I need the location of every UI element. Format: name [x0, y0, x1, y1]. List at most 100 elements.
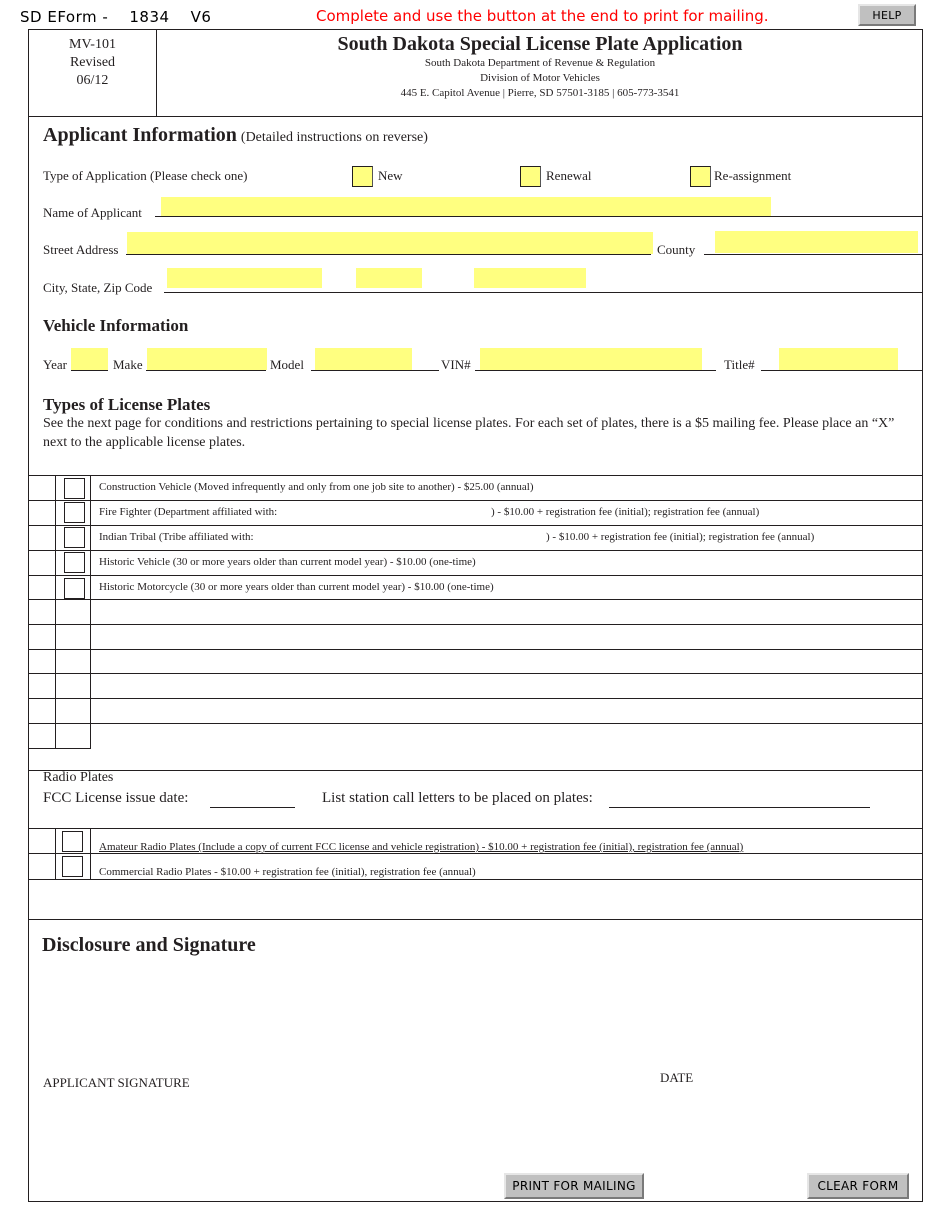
plates-col-divider-2: [90, 475, 91, 748]
plates-row-rule: [28, 500, 923, 501]
call-letters-label: List station call letters to be placed o…: [322, 790, 593, 806]
title-number-field[interactable]: [779, 348, 898, 370]
commercial-radio-checkbox[interactable]: [62, 856, 83, 877]
division-name: Division of Motor Vehicles: [480, 72, 600, 84]
applicant-name-field[interactable]: [161, 197, 771, 216]
date-label: DATE: [660, 1070, 694, 1085]
call-letters-input[interactable]: [609, 789, 870, 807]
print-for-mailing-button[interactable]: PRINT FOR MAILING: [504, 1173, 644, 1199]
model-underline: [311, 370, 439, 371]
signature-section-top-rule: [28, 919, 923, 920]
radio-col-divider-2: [90, 828, 91, 879]
city-state-zip-label: City, State, Zip Code: [43, 280, 153, 295]
clear-form-button[interactable]: CLEAR FORM: [807, 1173, 909, 1199]
construction-vehicle-label: Construction Vehicle (Moved infrequently…: [99, 481, 534, 493]
applicant-signature-area[interactable]: [43, 1000, 603, 1072]
plates-row-rule: [28, 723, 923, 724]
indian-tribal-checkbox[interactable]: [64, 527, 85, 548]
print-instruction: Complete and use the button at the end t…: [316, 7, 769, 25]
call-letters-underline: [609, 807, 870, 808]
eform-id: SD EForm - 1834 V6: [20, 8, 212, 26]
radio-col-divider-1: [55, 828, 56, 879]
plates-table-top: [28, 475, 923, 476]
city-field[interactable]: [167, 268, 322, 288]
vin-field[interactable]: [480, 348, 702, 370]
zip-field[interactable]: [474, 268, 586, 288]
year-field[interactable]: [71, 348, 108, 370]
type-new-checkbox[interactable]: [352, 166, 373, 187]
historic-vehicle-checkbox[interactable]: [64, 552, 85, 573]
title-number-label: Title#: [724, 357, 755, 372]
fcc-license-date-underline: [210, 807, 295, 808]
county-field[interactable]: [715, 231, 918, 253]
form-revision-box: MV-101 Revised 06/12: [28, 29, 157, 116]
fcc-license-date-input[interactable]: [210, 789, 295, 807]
vin-underline: [475, 370, 716, 371]
plates-row-rule: [28, 649, 923, 650]
county-label: County: [657, 242, 696, 257]
revised-date: 06/12: [76, 73, 109, 88]
indian-tribal-label: Indian Tribal (Tribe affiliated with:: [99, 531, 254, 543]
street-address-field[interactable]: [127, 232, 653, 254]
plates-row-rule: [28, 624, 923, 625]
street-address-label: Street Address: [43, 242, 119, 257]
model-label: Model: [270, 357, 304, 372]
city-state-zip-underline: [164, 292, 923, 293]
signature-date-area[interactable]: [660, 1000, 900, 1068]
type-new-label: New: [378, 168, 403, 183]
make-field[interactable]: [147, 348, 267, 370]
applicant-section-heading: Applicant Information (Detailed instruct…: [43, 124, 428, 147]
construction-vehicle-checkbox[interactable]: [64, 478, 85, 499]
indian-tribal-fee: ) - $10.00 + registration fee (initial);…: [546, 531, 815, 543]
applicant-name-label: Name of Applicant: [43, 205, 142, 220]
make-underline: [146, 370, 266, 371]
plates-col-divider-1: [55, 475, 56, 748]
plates-description: See the next page for conditions and res…: [43, 416, 895, 450]
type-reassignment-checkbox[interactable]: [690, 166, 711, 187]
year-underline: [71, 370, 108, 371]
type-reassignment-label: Re-assignment: [714, 168, 792, 183]
commercial-radio-label: Commercial Radio Plates - $10.00 + regis…: [99, 866, 476, 878]
state-field[interactable]: [356, 268, 422, 288]
fire-fighter-fee: ) - $10.00 + registration fee (initial);…: [491, 506, 760, 518]
radio-section-top-rule: [28, 770, 923, 771]
year-label: Year: [43, 357, 67, 372]
vehicle-heading: Vehicle Information: [43, 316, 189, 335]
model-field[interactable]: [315, 348, 412, 370]
plates-row-rule: [28, 550, 923, 551]
plates-row-rule: [28, 575, 923, 576]
radio-table-top: [28, 828, 923, 829]
historic-motorcycle-label: Historic Motorcycle (30 or more years ol…: [99, 581, 494, 593]
street-address-underline: [126, 254, 651, 255]
plates-row-rule: [28, 698, 923, 699]
page-title: South Dakota Special License Plate Appli…: [337, 33, 743, 55]
plates-table-bottom-stub: [28, 748, 91, 749]
department-name: South Dakota Department of Revenue & Reg…: [424, 57, 656, 69]
plates-heading: Types of License Plates: [43, 395, 211, 414]
type-renewal-label: Renewal: [546, 168, 592, 183]
plates-row-rule: [28, 525, 923, 526]
signature-heading: Disclosure and Signature: [42, 934, 256, 956]
fcc-license-date-label: FCC License issue date:: [43, 790, 189, 806]
vin-label: VIN#: [441, 357, 471, 372]
applicant-heading-note: (Detailed instructions on reverse): [240, 130, 428, 145]
tribe-affiliation-input[interactable]: [275, 528, 545, 546]
type-renewal-checkbox[interactable]: [520, 166, 541, 187]
historic-vehicle-label: Historic Vehicle (30 or more years older…: [99, 556, 476, 568]
amateur-radio-label: Amateur Radio Plates (Include a copy of …: [99, 841, 744, 853]
make-label: Make: [113, 357, 143, 372]
fire-fighter-checkbox[interactable]: [64, 502, 85, 523]
fire-fighter-label: Fire Fighter (Department affiliated with…: [99, 506, 278, 518]
header-bottom-rule: [28, 116, 923, 117]
historic-motorcycle-checkbox[interactable]: [64, 578, 85, 599]
application-type-label: Type of Application (Please check one): [43, 168, 248, 183]
help-button[interactable]: HELP: [858, 4, 916, 26]
title-number-underline: [761, 370, 923, 371]
amateur-radio-checkbox[interactable]: [62, 831, 83, 852]
fire-department-input[interactable]: [300, 503, 490, 521]
form-number: MV-101: [69, 37, 116, 52]
radio-plates-heading: Radio Plates: [43, 770, 114, 785]
plates-row-rule: [28, 673, 923, 674]
applicant-heading: Applicant Information: [43, 124, 237, 146]
county-underline: [704, 254, 923, 255]
